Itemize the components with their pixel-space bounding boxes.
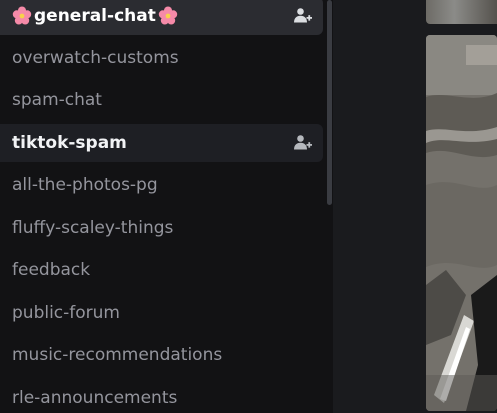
- channel-label: all-the-photos-pg: [12, 175, 158, 195]
- channel-label: spam-chat: [12, 90, 102, 110]
- discord-window: general-chat overwatch-customs spam-chat…: [0, 0, 497, 413]
- channel-label: fluffy-scaley-things: [12, 218, 174, 238]
- channel-feedback[interactable]: feedback: [0, 251, 323, 289]
- photo-content: [426, 35, 497, 411]
- channel-rle-announcements[interactable]: rle-announcements: [0, 379, 323, 413]
- channel-fluffy-scaley-things[interactable]: fluffy-scaley-things: [0, 209, 323, 247]
- channel-label: public-forum: [12, 303, 120, 323]
- cherry-blossom-icon: [158, 6, 178, 25]
- channel-general-chat[interactable]: general-chat: [0, 0, 323, 35]
- channel-label: rle-announcements: [12, 388, 178, 408]
- channel-overwatch-customs[interactable]: overwatch-customs: [0, 39, 323, 77]
- channel-spam-chat[interactable]: spam-chat: [0, 81, 323, 119]
- cherry-blossom-icon: [12, 6, 32, 25]
- channel-public-forum[interactable]: public-forum: [0, 294, 323, 332]
- channel-all-the-photos-pg[interactable]: all-the-photos-pg: [0, 166, 323, 204]
- channel-tiktok-spam[interactable]: tiktok-spam: [0, 124, 323, 162]
- channel-label: music-recommendations: [12, 345, 223, 365]
- channel-sidebar: general-chat overwatch-customs spam-chat…: [0, 0, 333, 413]
- add-member-icon[interactable]: [293, 6, 313, 26]
- channel-label: feedback: [12, 260, 91, 280]
- image-attachment[interactable]: [426, 35, 497, 411]
- add-member-icon[interactable]: [293, 133, 313, 153]
- channel-label: general-chat: [34, 6, 156, 26]
- image-attachment-partial[interactable]: [426, 0, 497, 24]
- channel-label: tiktok-spam: [12, 133, 127, 153]
- channel-label: overwatch-customs: [12, 48, 179, 68]
- sidebar-scrollbar-thumb[interactable]: [327, 0, 332, 205]
- channel-music-recommendations[interactable]: music-recommendations: [0, 336, 323, 374]
